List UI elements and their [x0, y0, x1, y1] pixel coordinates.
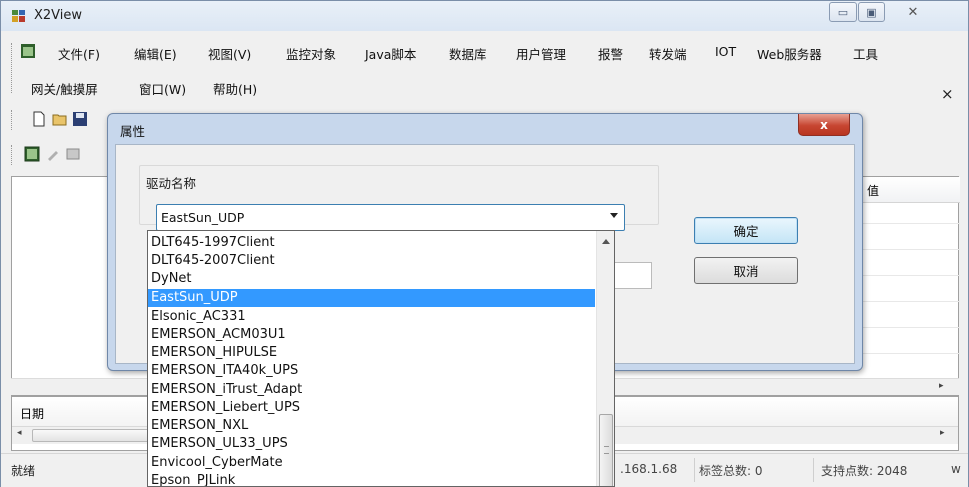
menu-help[interactable]: 帮助(H)	[213, 79, 257, 98]
dropdown-item[interactable]: Epson_PJLink	[148, 472, 595, 486]
grid-view-icon[interactable]	[24, 146, 40, 162]
row-divider	[861, 275, 960, 276]
dropdown-item[interactable]: EMERSON_NXL	[148, 417, 595, 435]
dropdown-item[interactable]: DLT645-2007Client	[148, 252, 595, 270]
toolbar-objects	[11, 142, 111, 168]
row-divider	[861, 223, 960, 224]
minimize-icon: ▭	[837, 5, 849, 19]
dropdown-vertical-scrollbar[interactable]	[596, 231, 614, 486]
dropdown-item[interactable]: EMERSON_Liebert_UPS	[148, 399, 595, 417]
title-bar: X2View ▭ ▣ ✕	[1, 1, 968, 31]
dropdown-item[interactable]: Envicool_CyberMate	[148, 454, 595, 472]
ok-button[interactable]: 确定	[694, 217, 798, 244]
scroll-right-icon[interactable]: ▸	[939, 381, 944, 391]
toolbar-grip[interactable]	[11, 110, 14, 130]
save-icon[interactable]	[72, 111, 88, 127]
thumb-grip-icon	[604, 446, 609, 454]
dropdown-item[interactable]: EMERSON_UL33_UPS	[148, 435, 595, 453]
scroll-left-icon[interactable]: ◂	[17, 428, 22, 438]
minimize-button[interactable]: ▭	[829, 2, 857, 22]
column-header-value[interactable]: 值	[860, 177, 960, 203]
row-divider	[861, 353, 960, 354]
close-icon: x	[820, 117, 828, 132]
mdi-window-icon	[21, 44, 35, 58]
menu-view[interactable]: 视图(V)	[208, 44, 251, 63]
menu-web-server[interactable]: Web服务器	[757, 44, 822, 63]
driver-name-label: 驱动名称	[146, 176, 197, 191]
table-icon[interactable]	[65, 146, 81, 162]
status-tail: w	[951, 462, 961, 476]
status-divider	[813, 458, 814, 482]
status-divider	[694, 458, 695, 482]
open-folder-icon[interactable]	[52, 111, 68, 127]
menu-gateway-touchscreen[interactable]: 网关/触摸屏	[31, 79, 98, 98]
menu-database[interactable]: 数据库	[449, 44, 487, 63]
close-button[interactable]: ✕	[888, 2, 938, 22]
menu-forwarder[interactable]: 转发端	[649, 44, 687, 63]
column-header-value-label: 值	[867, 184, 880, 198]
new-file-icon[interactable]	[31, 111, 47, 127]
status-support-points: 支持点数: 2048	[821, 464, 908, 478]
dropdown-item[interactable]: EMERSON_iTrust_Adapt	[148, 381, 595, 399]
toolbar-grip-2[interactable]	[11, 145, 14, 165]
app-title: X2View	[34, 8, 83, 23]
chevron-down-icon[interactable]	[610, 213, 618, 218]
dropdown-item-selected[interactable]: EastSun_UDP	[148, 289, 595, 307]
dialog-title: 属性	[120, 124, 146, 139]
dropdown-item[interactable]: EMERSON_ACM03U1	[148, 326, 595, 344]
ok-button-label: 确定	[733, 224, 759, 239]
scroll-thumb[interactable]	[32, 429, 152, 442]
column-header-date[interactable]: 日期	[20, 405, 44, 422]
status-ready: 就绪	[11, 464, 36, 478]
row-divider	[861, 249, 960, 250]
menu-user-management[interactable]: 用户管理	[516, 44, 566, 63]
dropdown-item[interactable]: EMERSON_ITA40k_UPS	[148, 362, 595, 380]
close-icon: ✕	[907, 4, 919, 20]
status-ip: .168.1.68	[620, 462, 678, 476]
app-icon	[12, 10, 25, 22]
cancel-button-label: 取消	[733, 264, 759, 279]
menu-iot[interactable]: IOT	[715, 44, 736, 59]
menu-alarm[interactable]: 报警	[598, 44, 623, 63]
driver-name-value: EastSun_UDP	[161, 210, 245, 225]
driver-name-combobox[interactable]: EastSun_UDP	[156, 204, 625, 231]
dialog-close-button[interactable]: x	[798, 114, 850, 136]
row-divider	[861, 301, 960, 302]
edit-object-icon[interactable]	[45, 146, 61, 162]
menu-edit[interactable]: 编辑(E)	[134, 44, 177, 63]
row-divider	[861, 327, 960, 328]
driver-dropdown-list[interactable]: DLT645-1997Client DLT645-2007Client DyNe…	[147, 230, 615, 487]
dropdown-item[interactable]: DLT645-1997Client	[148, 234, 595, 252]
dropdown-item[interactable]: Elsonic_AC331	[148, 308, 595, 326]
mdi-close-icon[interactable]: ×	[941, 85, 954, 103]
menu-java-script[interactable]: Java脚本	[365, 44, 416, 63]
menu-tools[interactable]: 工具	[853, 44, 878, 63]
cancel-button[interactable]: 取消	[694, 257, 798, 284]
scroll-right-icon[interactable]: ▸	[940, 428, 945, 438]
dropdown-item[interactable]: DyNet	[148, 270, 595, 288]
menu-file[interactable]: 文件(F)	[58, 44, 100, 63]
menu-monitor-objects[interactable]: 监控对象	[286, 44, 336, 63]
scroll-thumb[interactable]	[599, 414, 613, 486]
dropdown-item[interactable]: EMERSON_HIPULSE	[148, 344, 595, 362]
status-tag-total: 标签总数: 0	[699, 464, 763, 478]
scroll-up-icon[interactable]	[602, 239, 610, 244]
maximize-button[interactable]: ▣	[858, 2, 885, 22]
menu-window[interactable]: 窗口(W)	[139, 79, 186, 98]
menu-grip[interactable]	[11, 43, 14, 93]
maximize-icon: ▣	[866, 5, 877, 19]
